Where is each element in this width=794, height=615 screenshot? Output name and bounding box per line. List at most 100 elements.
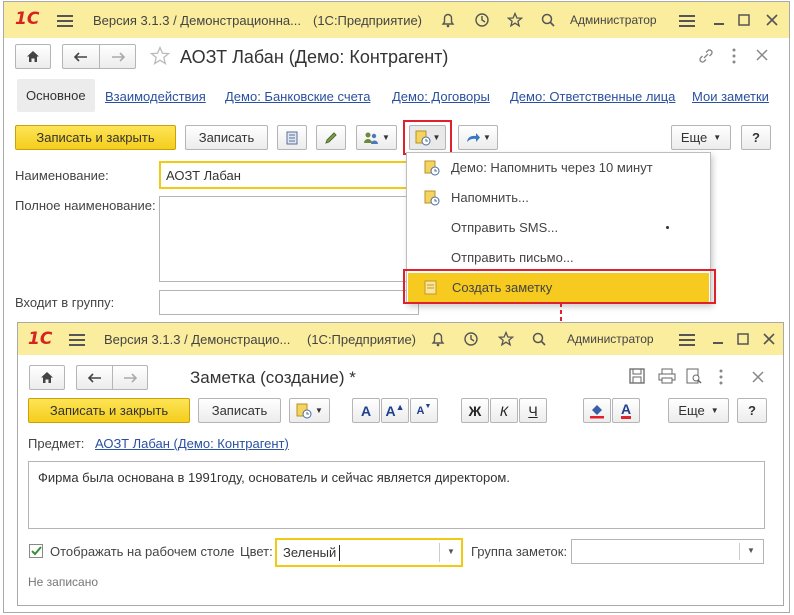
more-button[interactable]: Еще ▼ xyxy=(671,125,731,150)
subject-link[interactable]: АОЗТ Лабан (Демо: Контрагент) xyxy=(95,436,289,451)
save-disk-icon[interactable] xyxy=(629,368,645,387)
tab-my-notes[interactable]: Мои заметки xyxy=(692,89,769,104)
go-menu-button[interactable]: ▼ xyxy=(458,125,498,150)
maximize-icon[interactable] xyxy=(732,328,754,350)
bell-icon[interactable] xyxy=(437,9,459,31)
user-name[interactable]: Администратор xyxy=(567,332,654,346)
subject-label: Предмет: xyxy=(28,436,85,451)
pencil-icon xyxy=(325,131,337,144)
history-icon[interactable] xyxy=(460,328,482,350)
note-clock-icon xyxy=(424,190,440,209)
edit-button[interactable] xyxy=(316,125,346,150)
tab-bank-accounts[interactable]: Демо: Банковские счета xyxy=(225,89,370,104)
help-button[interactable]: ? xyxy=(737,398,767,423)
color-select[interactable]: Зеленый ▼ xyxy=(275,538,463,567)
chevron-down-icon[interactable]: ▼ xyxy=(447,547,455,556)
menu-item-remind[interactable]: Напомнить... xyxy=(407,183,710,213)
color-value: Зеленый xyxy=(283,545,337,560)
arrow-left-icon xyxy=(74,51,87,62)
note-window: 1С Версия 3.1.3 / Демонстрацио... (1С:Пр… xyxy=(17,322,784,606)
font-button[interactable]: A xyxy=(352,398,380,423)
forward-button[interactable] xyxy=(99,44,136,69)
more-label: Еще xyxy=(678,403,705,418)
chevron-down-icon[interactable]: ▼ xyxy=(747,546,755,555)
more-vert-icon[interactable] xyxy=(732,48,736,67)
link-icon[interactable] xyxy=(697,47,715,68)
close-icon[interactable] xyxy=(761,9,783,31)
back-button[interactable] xyxy=(62,44,99,69)
history-icon[interactable] xyxy=(471,9,493,31)
more-button[interactable]: Еще ▼ xyxy=(668,398,729,423)
platform-name: (1С:Предприятие) xyxy=(307,332,417,347)
more-vert-icon[interactable] xyxy=(719,369,723,388)
minimize-icon[interactable] xyxy=(707,328,729,350)
minimize-icon[interactable] xyxy=(708,9,730,31)
check-icon xyxy=(31,546,42,556)
menu-icon[interactable] xyxy=(66,328,88,350)
menu-item-remind-10min[interactable]: Демо: Напомнить через 10 минут xyxy=(407,153,710,183)
app-title: Версия 3.1.3 / Демонстрацио... xyxy=(104,332,291,347)
home-button[interactable] xyxy=(29,365,65,390)
forward-button[interactable] xyxy=(112,365,148,390)
name-label: Наименование: xyxy=(15,168,109,183)
more-label: Еще xyxy=(680,130,708,145)
dot-marker xyxy=(666,226,669,229)
tab-main[interactable]: Основное xyxy=(17,79,95,112)
platform-name: (1С:Предприятие) xyxy=(313,13,423,28)
create-note-highlight xyxy=(403,269,716,304)
favorite-star-icon[interactable] xyxy=(149,45,171,69)
tab-responsible[interactable]: Демо: Ответственные лица xyxy=(510,89,675,104)
form-title: АОЗТ Лабан (Демо: Контрагент) xyxy=(180,47,449,67)
show-desktop-label: Отображать на рабочем столе xyxy=(50,544,235,559)
save-button[interactable]: Записать xyxy=(185,125,268,150)
group-field[interactable] xyxy=(159,290,419,315)
save-button[interactable]: Записать xyxy=(198,398,281,423)
search-icon[interactable] xyxy=(528,328,550,350)
star-icon[interactable] xyxy=(504,9,526,31)
maximize-icon[interactable] xyxy=(733,9,755,31)
menu-item-send-sms[interactable]: Отправить SMS... xyxy=(407,213,710,243)
help-button[interactable]: ? xyxy=(741,125,771,150)
report-button[interactable] xyxy=(277,125,307,150)
star-icon[interactable] xyxy=(495,328,517,350)
back-button[interactable] xyxy=(76,365,112,390)
print-icon[interactable] xyxy=(658,368,676,387)
note-group-label: Группа заметок: xyxy=(471,544,568,559)
tab-contracts[interactable]: Демо: Договоры xyxy=(392,89,490,104)
full-name-field[interactable] xyxy=(159,196,419,282)
background-color-button[interactable] xyxy=(583,398,611,423)
preview-icon[interactable] xyxy=(686,368,702,387)
close-form-icon[interactable] xyxy=(752,371,764,386)
menu-icon[interactable] xyxy=(54,9,76,31)
full-name-label: Полное наименование: xyxy=(15,198,156,213)
note-text-area[interactable]: Фирма была основана в 1991году, основате… xyxy=(28,461,765,529)
save-close-button[interactable]: Записать и закрыть xyxy=(15,125,176,150)
note-group-select[interactable]: ▼ xyxy=(571,539,764,564)
text-color-button[interactable]: A xyxy=(612,398,640,423)
bell-icon[interactable] xyxy=(427,328,449,350)
home-icon xyxy=(41,372,53,383)
tab-interactions[interactable]: Взаимодействия xyxy=(105,89,206,104)
search-icon[interactable] xyxy=(537,9,559,31)
user-name[interactable]: Администратор xyxy=(570,13,657,27)
close-form-icon[interactable] xyxy=(756,49,768,64)
save-close-button[interactable]: Записать и закрыть xyxy=(28,398,190,423)
color-label: Цвет: xyxy=(240,544,273,559)
home-icon xyxy=(27,51,39,62)
bold-button[interactable]: Ж xyxy=(461,398,489,423)
note-titlebar: 1С Версия 3.1.3 / Демонстрацио... (1С:Пр… xyxy=(18,323,783,355)
settings-lines-icon[interactable] xyxy=(676,328,698,350)
name-field[interactable]: АОЗТ Лабан xyxy=(159,161,419,189)
show-desktop-checkbox[interactable] xyxy=(29,544,43,558)
font-shrink-button[interactable]: A ▼ xyxy=(410,398,438,423)
close-icon[interactable] xyxy=(758,328,780,350)
italic-button[interactable]: К xyxy=(490,398,518,423)
users-menu-button[interactable]: ▼ xyxy=(356,125,397,150)
underline-button[interactable]: Ч xyxy=(519,398,547,423)
settings-lines-icon[interactable] xyxy=(676,9,698,31)
reminder-menu-button[interactable]: ▼ xyxy=(289,398,330,423)
home-button[interactable] xyxy=(15,44,51,69)
group-label: Входит в группу: xyxy=(15,295,115,310)
font-grow-button[interactable]: A ▲ xyxy=(381,398,409,423)
note-clock-icon xyxy=(424,160,440,179)
